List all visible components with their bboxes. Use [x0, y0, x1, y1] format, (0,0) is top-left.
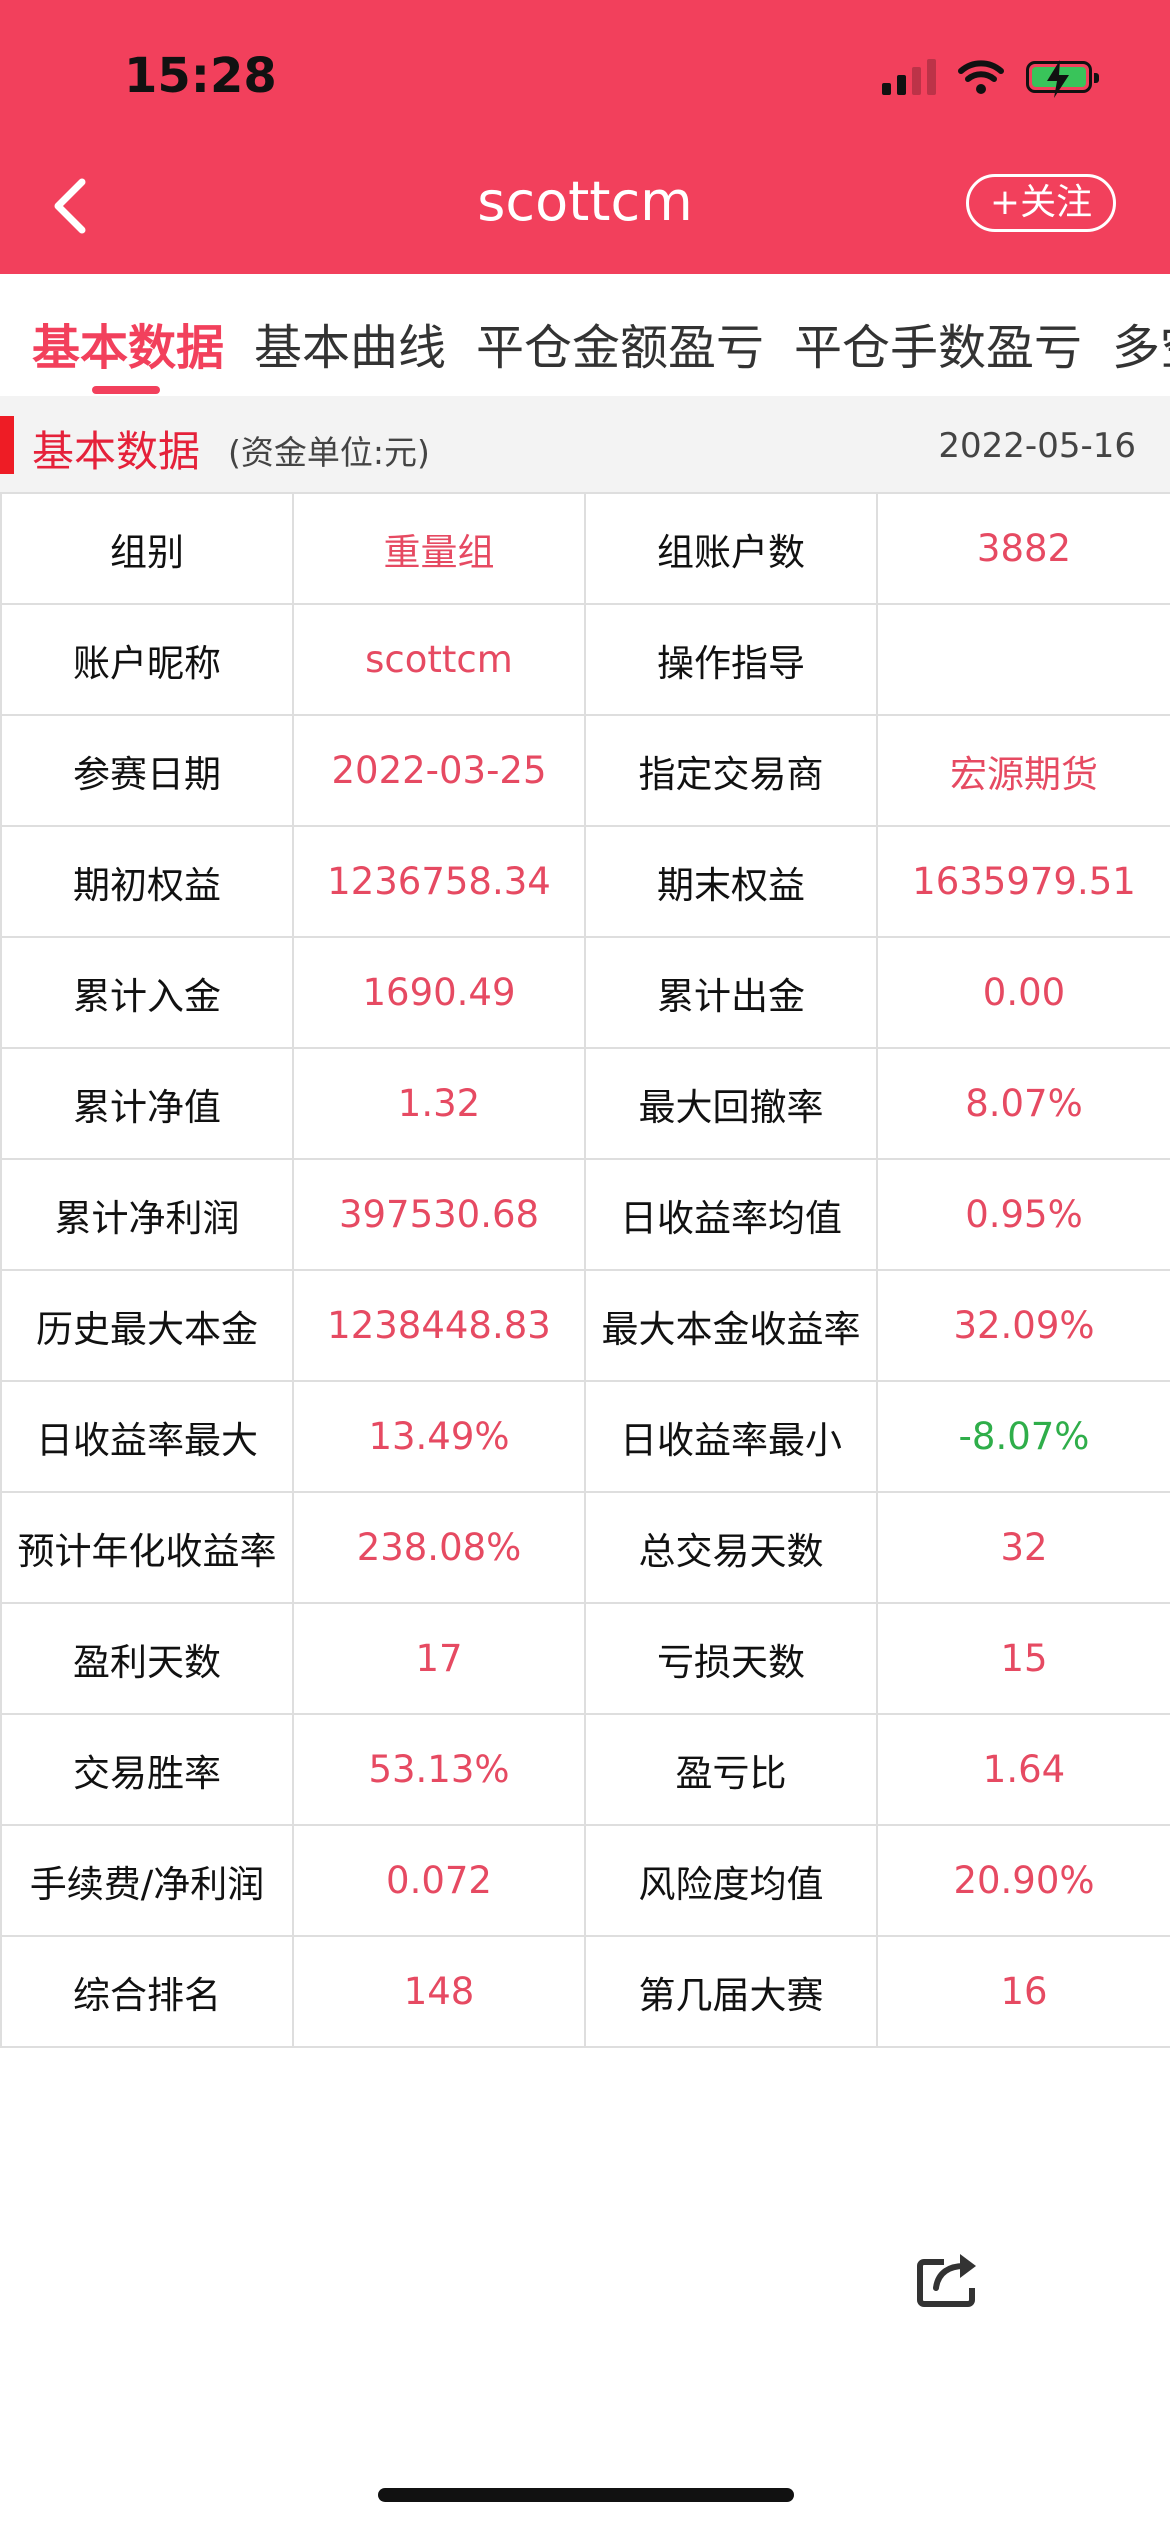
table-row: 交易胜率 53.13% 盈亏比 1.64 [0, 1713, 1170, 1826]
row-value: 148 [292, 1935, 586, 2048]
row-label: 交易胜率 [0, 1713, 294, 1826]
tab-long-short[interactable]: 多空 [1112, 308, 1170, 378]
row-label: 参赛日期 [0, 714, 294, 827]
row-label: 组别 [0, 492, 294, 605]
row-label: 最大回撤率 [584, 1047, 878, 1160]
table-row: 累计净利润 397530.68 日收益率均值 0.95% [0, 1158, 1170, 1271]
section-accent-bar [0, 416, 14, 474]
battery-charging-icon [1026, 60, 1099, 98]
table-row: 历史最大本金 1238448.83 最大本金收益率 32.09% [0, 1269, 1170, 1382]
tab-close-lots-pnl[interactable]: 平仓手数盈亏 [794, 308, 1082, 378]
row-label: 累计入金 [0, 936, 294, 1049]
row-value: 397530.68 [292, 1158, 586, 1271]
section-title: 基本数据 [32, 427, 201, 476]
tab-close-amount-pnl[interactable]: 平仓金额盈亏 [476, 308, 764, 378]
row-value: 32.09% [876, 1269, 1170, 1382]
row-value: 1.32 [292, 1047, 586, 1160]
row-label: 亏损天数 [584, 1602, 878, 1715]
table-row: 账户昵称 scottcm 操作指导 [0, 603, 1170, 716]
row-value: 15 [876, 1602, 1170, 1715]
row-label: 手续费/净利润 [0, 1824, 294, 1937]
row-label: 指定交易商 [584, 714, 878, 827]
row-value: 17 [292, 1602, 586, 1715]
row-value: 0.00 [876, 936, 1170, 1049]
table-row: 预计年化收益率 238.08% 总交易天数 32 [0, 1491, 1170, 1604]
row-value: 3882 [876, 492, 1170, 605]
row-label: 风险度均值 [584, 1824, 878, 1937]
row-label: 账户昵称 [0, 603, 294, 716]
row-value: 1635979.51 [876, 825, 1170, 938]
row-value [876, 603, 1170, 716]
status-time: 15:28 [124, 48, 277, 104]
active-tab-indicator [92, 386, 160, 394]
table-row: 综合排名 148 第几届大赛 16 [0, 1935, 1170, 2048]
basic-data-table: 组别 重量组 组账户数 3882 账户昵称 scottcm 操作指导 参赛日期 2022-03-… [0, 492, 1170, 2048]
row-label: 期末权益 [584, 825, 878, 938]
row-label: 历史最大本金 [0, 1269, 294, 1382]
tab-bar: 基本数据 基本曲线 平仓金额盈亏 平仓手数盈亏 多空 [0, 274, 1170, 396]
row-label: 组账户数 [584, 492, 878, 605]
table-row: 组别 重量组 组账户数 3882 [0, 492, 1170, 605]
row-label: 第几届大赛 [584, 1935, 878, 2048]
row-value: 32 [876, 1491, 1170, 1604]
row-label: 综合排名 [0, 1935, 294, 2048]
cellular-signal-icon [882, 59, 936, 95]
row-value: 重量组 [292, 492, 586, 605]
status-icons [882, 52, 1099, 102]
table-row: 累计净值 1.32 最大回撤率 8.07% [0, 1047, 1170, 1160]
row-value: 13.49% [292, 1380, 586, 1493]
row-label: 盈亏比 [584, 1713, 878, 1826]
table-row: 参赛日期 2022-03-25 指定交易商 宏源期货 [0, 714, 1170, 827]
section-header: 基本数据 (资金单位:元) 2022-05-16 [0, 396, 1170, 492]
row-label: 操作指导 [584, 603, 878, 716]
row-value: scottcm [292, 603, 586, 716]
table-row: 盈利天数 17 亏损天数 15 [0, 1602, 1170, 1715]
row-value: -8.07% [876, 1380, 1170, 1493]
row-label: 累计净利润 [0, 1158, 294, 1271]
table-row: 日收益率最大 13.49% 日收益率最小 -8.07% [0, 1380, 1170, 1493]
row-label: 日收益率均值 [584, 1158, 878, 1271]
row-label: 日收益率最大 [0, 1380, 294, 1493]
row-label: 最大本金收益率 [584, 1269, 878, 1382]
tab-basic-data[interactable]: 基本数据 [32, 308, 224, 378]
row-value: 20.90% [876, 1824, 1170, 1937]
row-value: 1.64 [876, 1713, 1170, 1826]
row-value: 53.13% [292, 1713, 586, 1826]
row-label: 盈利天数 [0, 1602, 294, 1715]
row-label: 预计年化收益率 [0, 1491, 294, 1604]
follow-button[interactable]: +关注 [966, 174, 1116, 232]
row-value: 16 [876, 1935, 1170, 2048]
row-label: 总交易天数 [584, 1491, 878, 1604]
row-label: 累计净值 [0, 1047, 294, 1160]
row-value: 2022-03-25 [292, 714, 586, 827]
row-value: 1690.49 [292, 936, 586, 1049]
row-value: 8.07% [876, 1047, 1170, 1160]
row-label: 期初权益 [0, 825, 294, 938]
row-label: 累计出金 [584, 936, 878, 1049]
table-row: 手续费/净利润 0.072 风险度均值 20.90% [0, 1824, 1170, 1937]
row-value: 0.95% [876, 1158, 1170, 1271]
row-value: 1238448.83 [292, 1269, 586, 1382]
row-value: 宏源期货 [876, 714, 1170, 827]
row-value: 1236758.34 [292, 825, 586, 938]
table-row: 累计入金 1690.49 累计出金 0.00 [0, 936, 1170, 1049]
home-indicator [378, 2488, 794, 2502]
section-date: 2022-05-16 [938, 426, 1136, 466]
table-row: 期初权益 1236758.34 期末权益 1635979.51 [0, 825, 1170, 938]
row-value: 0.072 [292, 1824, 586, 1937]
tab-basic-curve[interactable]: 基本曲线 [254, 308, 446, 378]
wifi-icon [958, 60, 1004, 94]
row-label: 日收益率最小 [584, 1380, 878, 1493]
row-value: 238.08% [292, 1491, 586, 1604]
app-header: 15:28 scottcm +关注 [0, 0, 1170, 274]
section-unit-note: (资金单位:元) [228, 433, 430, 472]
share-icon[interactable] [914, 2248, 984, 2308]
